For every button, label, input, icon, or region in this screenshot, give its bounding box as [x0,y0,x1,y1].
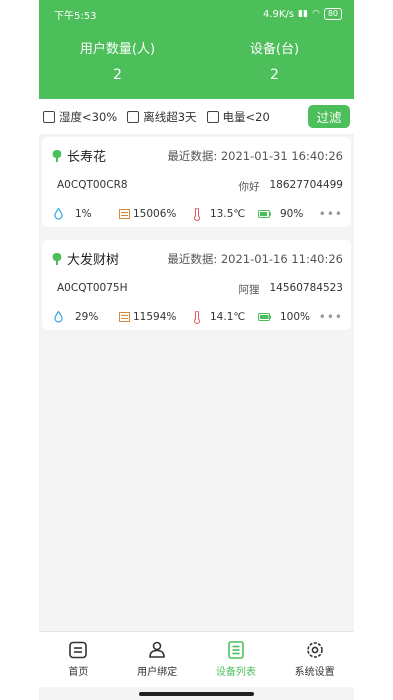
app-screen: 下午5:53 4.9K/s ▮▮ ◠ 80 用户数量(人) 2 设备(台) 2 … [39,0,354,700]
light-value: 15006% [133,208,177,220]
plant-icon [52,252,62,265]
device-count-value: 2 [270,67,279,83]
device-name: 大发财树 [67,253,120,268]
thermometer-icon [194,310,200,324]
humidity-value: 1% [75,208,92,220]
nav-user-bind-label: 用户绑定 [137,667,178,678]
status-time: 下午5:53 [54,10,97,22]
device-code: A0CQT00CR8 [57,179,128,191]
filter-humidity-checkbox[interactable]: 湿度<30% [43,109,117,125]
header: 下午5:53 4.9K/s ▮▮ ◠ 80 用户数量(人) 2 设备(台) 2 [39,0,354,99]
device-list-icon [228,641,244,659]
humidity-icon [54,208,63,220]
light-icon [119,312,130,322]
filter-button[interactable]: 过滤 [308,105,350,128]
battery-value: 90% [280,208,304,220]
nav-device-list-label: 设备列表 [215,667,256,678]
nav-user-bind[interactable]: 用户绑定 [118,632,197,687]
recent-data: 最近数据: 2021-01-31 16:40:26 [167,148,343,163]
gear-icon [306,642,323,658]
filter-humidity-label: 湿度<30% [59,109,118,124]
recent-data: 最近数据: 2021-01-16 11:40:26 [167,251,343,266]
user-count-stat: 用户数量(人) 2 [39,38,196,83]
device-code: A0CQT0075H [57,282,128,294]
temperature-value: 13.5℃ [210,208,246,220]
home-indicator [139,692,254,696]
light-value: 11594% [133,311,177,323]
humidity-value: 29% [75,311,99,323]
device-user: 阿狸 [238,284,260,296]
device-card[interactable]: 大发财树 最近数据: 2021-01-16 11:40:26 A0CQT0075… [42,240,351,330]
humidity-icon [54,311,63,323]
checkbox-icon[interactable] [43,110,55,123]
thermometer-icon [194,207,200,221]
device-count-label: 设备(台) [249,42,300,57]
bottom-nav: 首页 用户绑定 设备列表 系统设置 [39,631,354,687]
more-icon[interactable]: ••• [319,310,343,324]
checkbox-icon[interactable] [127,110,140,123]
user-count-value: 2 [113,67,122,83]
nav-settings[interactable]: 系统设置 [275,632,354,687]
battery-level-icon [258,313,271,321]
nav-home[interactable]: 首页 [39,632,118,687]
device-name: 长寿花 [67,150,107,165]
user-bind-icon [149,641,165,658]
status-bar: 下午5:53 4.9K/s ▮▮ ◠ 80 [54,6,342,22]
checkbox-icon[interactable] [206,110,219,123]
device-card[interactable]: 长寿花 最近数据: 2021-01-31 16:40:26 A0CQT00CR8… [42,137,351,227]
signal-icon: ▮▮ [298,9,308,19]
filter-power-checkbox[interactable]: 电量<20 [206,109,270,125]
wifi-icon: ◠ [311,9,320,19]
device-phone: 14560784523 [269,282,344,294]
device-phone: 18627704499 [269,179,344,191]
more-icon[interactable]: ••• [319,207,343,221]
device-user: 你好 [238,181,260,193]
nav-home-label: 首页 [68,667,89,678]
filter-offline-checkbox[interactable]: 离线超3天 [127,109,197,125]
battery-level-icon [258,210,271,218]
temperature-value: 14.1℃ [210,311,246,323]
light-icon [119,209,130,219]
nav-device-list[interactable]: 设备列表 [197,632,276,687]
filter-power-label: 电量<20 [222,109,270,124]
battery-value: 100% [280,311,311,323]
user-count-label: 用户数量(人) [79,42,156,57]
home-icon [69,641,88,659]
battery-icon: 80 [323,8,342,20]
network-speed: 4.9K/s [263,8,295,20]
device-count-stat: 设备(台) 2 [196,38,353,83]
filter-bar: 湿度<30% 离线超3天 电量<20 过滤 [39,99,354,134]
filter-offline-label: 离线超3天 [143,109,197,124]
nav-settings-label: 系统设置 [294,667,335,678]
plant-icon [52,149,62,162]
